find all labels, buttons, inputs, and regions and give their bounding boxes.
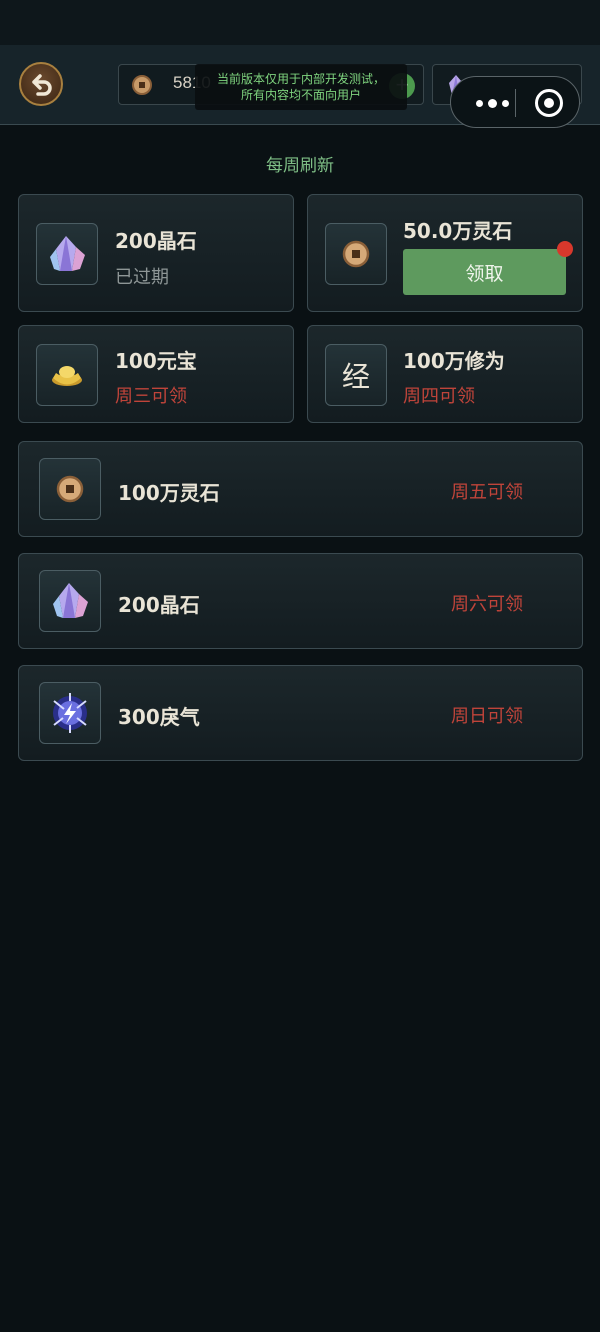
reward-name: 100元宝 <box>115 349 197 373</box>
reward-name: 300戾气 <box>118 705 200 729</box>
reward-card: 50.0万灵石 领取 <box>307 194 583 312</box>
reward-icon-box <box>39 682 101 744</box>
reward-icon-box <box>39 570 101 632</box>
coin-icon <box>342 240 370 268</box>
lightning-orb-icon <box>53 693 87 733</box>
more-menu-button[interactable] <box>467 91 517 115</box>
reward-status: 周五可领 <box>451 482 523 503</box>
notice-line-2: 所有内容均不面向用户 <box>240 88 361 102</box>
reward-icon-box <box>39 458 101 520</box>
reward-status: 周六可领 <box>451 594 523 615</box>
crystal-icon <box>50 236 85 271</box>
reward-card: 200晶石 已过期 <box>18 194 294 312</box>
reward-status: 已过期 <box>115 267 169 288</box>
capsule-divider <box>515 89 516 117</box>
more-dots-icon <box>475 99 483 107</box>
reward-name: 100万修为 <box>403 349 505 373</box>
dev-test-notice: 当前版本仅用于内部开发测试， 所有内容均不面向用户 <box>195 64 407 110</box>
coin-icon <box>132 75 152 95</box>
notification-dot <box>557 241 573 257</box>
reward-icon-box <box>325 223 387 285</box>
reward-status: 周日可领 <box>451 706 523 727</box>
reward-card: 200晶石 周六可领 <box>18 553 583 649</box>
reward-icon-box <box>36 223 98 285</box>
back-button[interactable] <box>19 62 63 106</box>
reward-card: 100万灵石 周五可领 <box>18 441 583 537</box>
claim-button[interactable]: 领取 <box>403 249 566 295</box>
reward-card: 经 100万修为 周四可领 <box>307 325 583 423</box>
notice-line-1: 当前版本仅用于内部开发测试， <box>216 72 385 86</box>
reward-card: 100元宝 周三可领 <box>18 325 294 423</box>
more-dot-right <box>501 99 509 107</box>
reward-name: 100万灵石 <box>118 481 220 505</box>
reward-card: 300戾气 周日可领 <box>18 665 583 761</box>
mini-program-capsule <box>450 76 580 128</box>
close-mini-program-button[interactable] <box>535 89 563 117</box>
section-title: 每周刷新 <box>266 156 334 176</box>
experience-icon: 经 <box>341 360 370 393</box>
gold-ingot-icon <box>52 366 82 386</box>
reward-name: 200晶石 <box>118 593 200 617</box>
reward-status: 周四可领 <box>403 386 475 407</box>
crystal-icon <box>53 583 88 618</box>
more-dot-center <box>487 98 497 108</box>
coin-icon <box>56 475 84 503</box>
reward-icon-box <box>36 344 98 406</box>
reward-icon-box: 经 <box>325 344 387 406</box>
status-bar <box>0 0 600 45</box>
reward-name: 200晶石 <box>115 229 197 253</box>
reward-status: 周三可领 <box>115 386 187 407</box>
back-arrow-icon <box>32 74 52 96</box>
reward-name: 50.0万灵石 <box>403 219 513 243</box>
